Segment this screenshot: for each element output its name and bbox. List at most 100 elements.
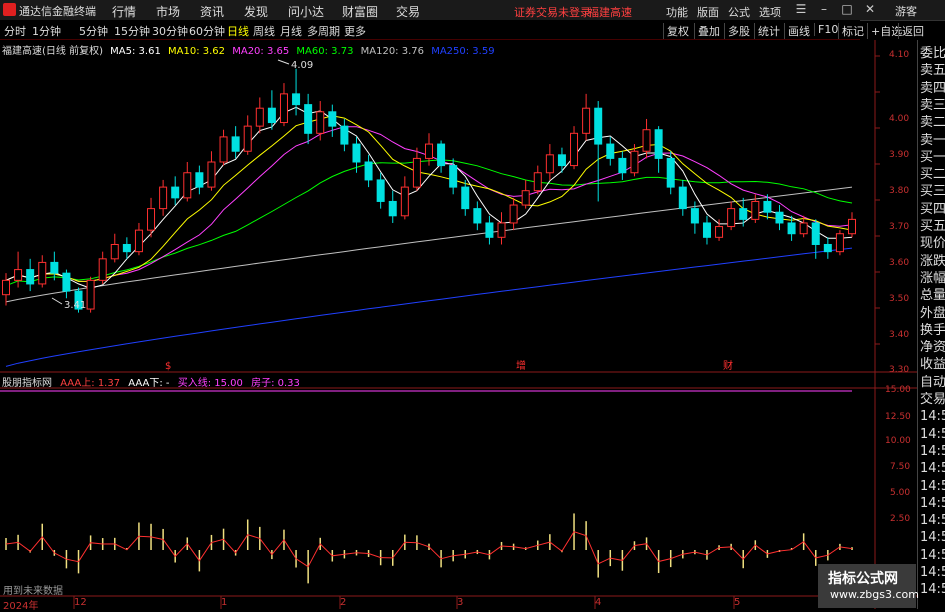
candle-body — [763, 200, 772, 213]
candle-body — [485, 222, 494, 238]
period-tab-timeshare[interactable]: 分时 — [4, 23, 26, 39]
period-tab-more[interactable]: 更多 — [344, 23, 366, 39]
candle-body — [207, 161, 216, 188]
candle-body — [690, 208, 699, 224]
period-tab-5m[interactable]: 5分钟 — [79, 23, 108, 39]
future-data-note: 用到未来数据 — [3, 586, 63, 597]
quote-panel-item: 涨幅 — [920, 270, 945, 286]
close-icon[interactable]: ✕ — [862, 2, 878, 17]
indicator-tick: 2.50 — [890, 514, 911, 524]
toolbar-adjust[interactable]: 复权 — [663, 23, 689, 39]
buy-line-label: 买入线: 15.00 — [177, 378, 243, 389]
toolbar-stats[interactable]: 统计 — [754, 23, 780, 39]
candle-body — [267, 107, 276, 124]
candle-body — [304, 104, 313, 134]
main-chart-title: 福建高速(日线 前复权) — [2, 46, 103, 57]
ma250-label: MA250: 3.59 — [431, 46, 495, 57]
indicator-name[interactable]: 股朋指标网 — [2, 378, 52, 389]
period-tab-monthly[interactable]: 月线 — [280, 23, 302, 39]
indicator-tick: 10.00 — [885, 436, 911, 446]
candle-body — [739, 208, 748, 220]
menu-item-quotes[interactable]: 行情 — [112, 3, 136, 20]
quote-panel-item: 卖二 — [920, 115, 945, 131]
period-tab-daily[interactable]: 日线 — [227, 23, 249, 39]
period-tab-15m[interactable]: 15分钟 — [114, 23, 150, 39]
candle-body — [606, 143, 615, 159]
quote-panel-item[interactable]: 自动 — [920, 375, 945, 390]
candle-body — [316, 111, 325, 134]
skin-icon[interactable]: ☰ — [793, 2, 809, 17]
toolbar-add-watch[interactable]: +自选 — [867, 23, 902, 39]
period-tab-30m[interactable]: 30分钟 — [152, 23, 188, 39]
menu-item-layout[interactable]: 版面 — [697, 4, 719, 20]
candle-body — [340, 125, 349, 145]
toolbar-overlay[interactable]: 叠加 — [694, 23, 720, 39]
menu-item-news[interactable]: 资讯 — [200, 3, 224, 20]
menu-item-options[interactable]: 选项 — [759, 4, 781, 20]
menu-item-discover[interactable]: 发现 — [244, 3, 268, 20]
candle-body — [509, 204, 518, 224]
maximize-icon[interactable]: □ — [839, 2, 855, 17]
candle-body — [618, 157, 627, 174]
menu-item-function[interactable]: 功能 — [666, 4, 688, 20]
menu-item-ask[interactable]: 问小达 — [288, 3, 324, 20]
quote-panel-item: 卖三 — [920, 97, 945, 113]
candle-body — [835, 233, 844, 253]
quote-panel-item: 14:56 — [920, 547, 945, 563]
quote-panel-item: 14:56 — [920, 530, 945, 546]
toolbar-mark[interactable]: 标记 — [838, 23, 864, 39]
toolbar-draw[interactable]: 画线 — [784, 23, 810, 39]
date-tick: 12 — [74, 597, 87, 608]
menu-item-trade[interactable]: 交易 — [396, 3, 420, 20]
quote-panel-item: 14:56 — [920, 443, 945, 459]
candle-body — [147, 208, 156, 231]
title-bar: 通达信金融终端 行情 市场 资讯 发现 问小达 财富圈 交易 证券交易未登录 福… — [0, 0, 945, 21]
menu-item-wealth[interactable]: 财富圈 — [342, 3, 378, 20]
candle-body — [86, 279, 95, 310]
quote-panel-item: 14:56 — [920, 513, 945, 529]
candle-body — [231, 136, 240, 152]
toolbar-multi[interactable]: 多股 — [724, 23, 750, 39]
ma5-label: MA5: 3.61 — [110, 46, 161, 57]
menu-item-market[interactable]: 市场 — [156, 3, 180, 20]
event-marker: 增 — [516, 359, 526, 372]
candle-body — [376, 179, 385, 202]
price-tick: 4.00 — [889, 114, 910, 124]
period-tab-60m[interactable]: 60分钟 — [189, 23, 225, 39]
candle-body — [702, 222, 711, 238]
quote-panel-item: 14:56 — [920, 565, 945, 580]
candle-body — [594, 107, 603, 145]
date-tick: 2024年 — [3, 601, 39, 612]
quote-panel-item: 换手 — [920, 322, 945, 338]
candle-body — [183, 172, 192, 199]
date-tick: 3 — [457, 597, 464, 608]
candle-body — [437, 143, 446, 167]
event-marker: $ — [165, 361, 171, 372]
candle-body — [570, 132, 579, 167]
chart-area[interactable]: 4.09 3.41 $ 增 财 — [0, 40, 917, 609]
quote-panel-item: 委比 — [920, 46, 945, 61]
chart-svg: 4.09 3.41 $ 增 财 — [0, 40, 917, 609]
candle-body — [811, 222, 820, 245]
price-tick: 3.50 — [889, 294, 910, 304]
app-title: 通达信金融终端 — [19, 5, 96, 18]
toolbar-f10[interactable]: F10 — [814, 23, 838, 36]
date-tick: 5 — [734, 597, 741, 608]
toolbar-back[interactable]: 返回 — [898, 23, 924, 39]
candle-body — [50, 261, 59, 274]
event-marker: 财 — [723, 359, 733, 372]
login-notice[interactable]: 证券交易未登录 — [514, 4, 591, 20]
period-tab-1m[interactable]: 1分钟 — [32, 23, 61, 39]
watermark: 指标公式网 www.zbgs3.com — [818, 564, 919, 608]
period-tab-weekly[interactable]: 周线 — [253, 23, 275, 39]
candle-body — [654, 129, 663, 159]
quote-panel-item: 14:56 — [920, 582, 945, 598]
period-tab-multi[interactable]: 多周期 — [307, 23, 340, 39]
guest-button[interactable]: 游客 — [895, 3, 917, 19]
quote-panel-item[interactable]: 交易 — [920, 392, 945, 407]
menu-item-formula[interactable]: 公式 — [728, 4, 750, 20]
candle-body — [775, 211, 784, 224]
minimize-icon[interactable]: – — [816, 2, 832, 17]
candle-body — [473, 208, 482, 224]
house-label: 房子: 0.33 — [251, 378, 300, 389]
